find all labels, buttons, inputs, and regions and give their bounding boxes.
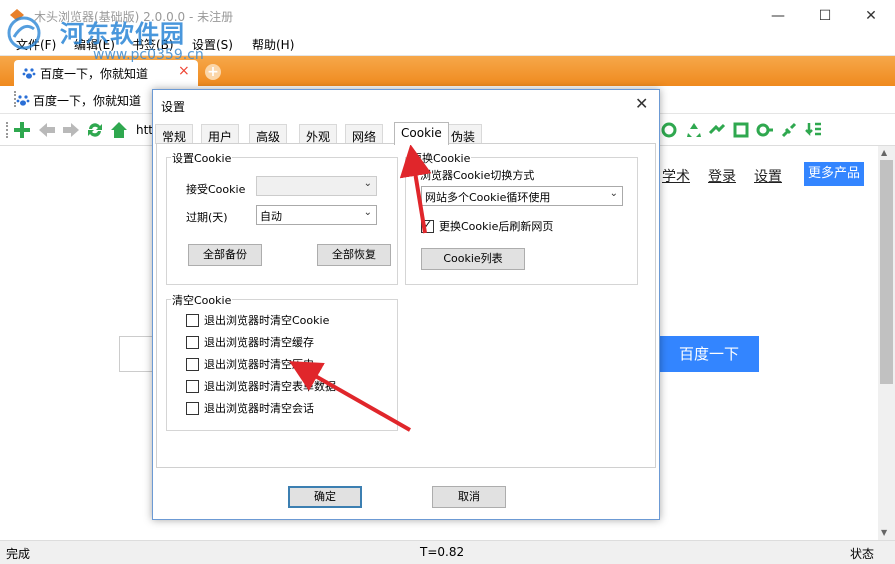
page-scrollbar[interactable]: ▲ ▼ <box>878 146 895 540</box>
accept-cookie-select[interactable]: ⌄ <box>256 176 377 196</box>
minimize-button[interactable]: — <box>755 0 801 32</box>
tab-cookie[interactable]: Cookie <box>394 122 449 145</box>
tool-switch-icon[interactable] <box>708 121 726 139</box>
expire-days-label: 过期(天) <box>186 211 228 224</box>
clear-cookie-label: 退出浏览器时清空Cookie <box>204 314 330 327</box>
dialog-tabs: 常规 用户 高级 外观 网络 Cookie 伪装 <box>153 122 659 145</box>
add-icon[interactable] <box>13 121 31 139</box>
cookie-panel: 设置Cookie 接受Cookie ⌄ 过期(天) 自动 ⌄ 全部备份 全部恢复 … <box>156 143 656 468</box>
baidu-paw-icon <box>22 68 36 79</box>
scroll-up-icon[interactable]: ▲ <box>881 148 887 157</box>
browser-tab[interactable]: 百度一下，你就知道 × <box>14 60 198 86</box>
tab-general[interactable]: 常规 <box>155 124 194 144</box>
set-cookie-group: 设置Cookie 接受Cookie ⌄ 过期(天) 自动 ⌄ 全部备份 全部恢复 <box>166 150 398 285</box>
favorite-link[interactable]: 百度一下，你就知道 <box>33 92 141 109</box>
baidu-paw-icon <box>16 95 30 106</box>
tab-network[interactable]: 网络 <box>345 124 384 144</box>
clear-session-checkbox[interactable] <box>186 402 199 415</box>
cookie-list-button[interactable]: Cookie列表 <box>421 248 525 270</box>
chevron-down-icon: ⌄ <box>363 207 372 218</box>
tab-user[interactable]: 用户 <box>201 124 240 144</box>
download-icon[interactable] <box>804 121 822 139</box>
restore-all-button[interactable]: 全部恢复 <box>317 244 391 266</box>
proxy-icon[interactable] <box>756 121 774 139</box>
tab-label: 百度一下，你就知道 <box>40 67 149 81</box>
expire-days-select[interactable]: 自动 ⌄ <box>256 205 377 225</box>
tab-appearance[interactable]: 外观 <box>299 124 338 144</box>
address-bar[interactable]: htt <box>136 123 153 137</box>
watermark-text: 河东软件园 <box>60 20 185 48</box>
home-icon[interactable] <box>110 121 128 139</box>
clear-form-label: 退出浏览器时清空表单数据 <box>204 380 336 393</box>
back-icon[interactable] <box>38 121 56 139</box>
settings-dialog: 设置 ✕ 常规 用户 高级 外观 网络 Cookie 伪装 设置Cookie 接… <box>152 89 660 520</box>
clear-cache-label: 退出浏览器时清空缓存 <box>204 336 314 349</box>
link-xueshu[interactable]: 学术 <box>662 166 690 186</box>
toolbar-grip <box>6 122 8 138</box>
switch-cookie-group: 更换Cookie 浏览器Cookie切换方式 网站多个Cookie循环使用⌄ 更… <box>405 150 638 285</box>
status-bar: 完成 T=0.82 状态 <box>0 540 895 564</box>
clear-form-checkbox[interactable] <box>186 380 199 393</box>
clear-cache-checkbox[interactable] <box>186 336 199 349</box>
refresh-after-switch-label: 更换Cookie后刷新网页 <box>439 220 554 233</box>
crop-icon[interactable] <box>732 121 750 139</box>
tab-close-icon[interactable]: × <box>178 63 190 79</box>
clear-history-checkbox[interactable] <box>186 358 199 371</box>
tools-icon[interactable] <box>660 121 678 139</box>
cancel-button[interactable]: 取消 <box>432 486 506 508</box>
refresh-after-switch-checkbox[interactable] <box>421 218 434 233</box>
accept-cookie-label: 接受Cookie <box>186 183 246 196</box>
switch-mode-label: 浏览器Cookie切换方式 <box>420 169 535 182</box>
dialog-title: 设置 <box>161 100 186 114</box>
watermark-url: www.pc0359.cn <box>93 47 204 63</box>
link-login[interactable]: 登录 <box>708 166 736 186</box>
refresh-icon[interactable] <box>86 121 104 139</box>
dialog-close-icon[interactable]: ✕ <box>635 94 648 113</box>
status-right: 状态 <box>850 547 875 561</box>
set-cookie-title: 设置Cookie <box>171 150 233 166</box>
clear-history-label: 退出浏览器时清空历史 <box>204 358 314 371</box>
maximize-button[interactable]: ☐ <box>802 0 848 32</box>
chevron-down-icon: ⌄ <box>363 178 372 189</box>
window-close-button[interactable]: ✕ <box>848 0 894 32</box>
clear-cookie-checkbox[interactable] <box>186 314 199 327</box>
backup-all-button[interactable]: 全部备份 <box>188 244 262 266</box>
clear-cookie-group: 清空Cookie 退出浏览器时清空Cookie 退出浏览器时清空缓存 退出浏览器… <box>166 292 398 431</box>
clear-session-label: 退出浏览器时清空会话 <box>204 402 314 415</box>
plugin-icon[interactable] <box>780 121 798 139</box>
switch-cookie-title: 更换Cookie <box>410 150 472 166</box>
status-left: 完成 <box>6 547 31 561</box>
scrollbar-thumb[interactable] <box>880 160 893 384</box>
search-button[interactable]: 百度一下 <box>659 336 759 372</box>
watermark-logo-icon <box>7 16 41 50</box>
link-settings[interactable]: 设置 <box>754 166 782 186</box>
chevron-down-icon: ⌄ <box>609 188 618 199</box>
menu-help[interactable]: 帮助(H) <box>252 36 294 53</box>
more-products-button[interactable]: 更多产品 <box>804 162 864 186</box>
scroll-down-icon[interactable]: ▼ <box>881 528 887 537</box>
tab-advanced[interactable]: 高级 <box>249 124 288 144</box>
tab-disguise[interactable]: 伪装 <box>444 124 483 144</box>
switch-mode-select[interactable]: 网站多个Cookie循环使用 ⌄ <box>421 186 623 206</box>
ok-button[interactable]: 确定 <box>288 486 362 508</box>
recycle-icon[interactable] <box>685 121 703 139</box>
clear-cookie-title: 清空Cookie <box>171 292 233 308</box>
status-timing: T=0.82 <box>420 545 465 559</box>
new-tab-button[interactable]: + <box>205 64 221 80</box>
forward-icon[interactable] <box>62 121 80 139</box>
